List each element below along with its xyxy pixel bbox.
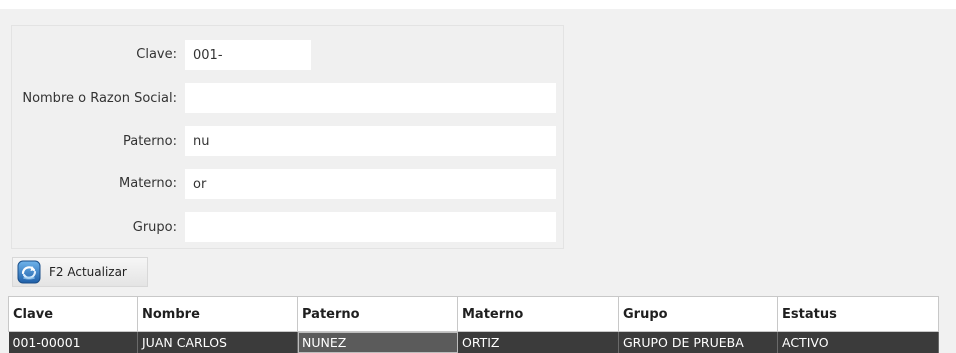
paterno-label: Paterno: (122, 134, 177, 149)
refresh-icon (17, 260, 41, 284)
grupo-input[interactable] (185, 212, 556, 242)
clave-label: Clave: (136, 47, 177, 62)
top-strip (0, 0, 956, 9)
clave-input[interactable] (185, 40, 311, 70)
refresh-button[interactable]: F2 Actualizar (12, 257, 148, 287)
table-header-row: Clave Nombre Paterno Materno Grupo Estat… (8, 296, 939, 332)
column-header-estatus[interactable]: Estatus (777, 296, 939, 332)
table-row[interactable]: 001-00001 JUAN CARLOS NUNEZ ORTIZ GRUPO … (8, 331, 939, 353)
cell-nombre[interactable]: JUAN CARLOS (137, 331, 298, 353)
client-search-window: Clave: Nombre o Razon Social: Paterno: M… (0, 0, 956, 353)
cell-paterno[interactable]: NUNEZ (297, 331, 458, 353)
column-header-paterno[interactable]: Paterno (297, 296, 458, 332)
results-table: Clave Nombre Paterno Materno Grupo Estat… (8, 296, 939, 353)
paterno-input[interactable] (185, 126, 556, 156)
cell-grupo[interactable]: GRUPO DE PRUEBA (618, 331, 778, 353)
nombre-label: Nombre o Razon Social: (22, 91, 177, 106)
nombre-input[interactable] (185, 83, 556, 113)
materno-label: Materno: (119, 176, 177, 191)
column-header-nombre[interactable]: Nombre (137, 296, 298, 332)
cell-estatus[interactable]: ACTIVO (777, 331, 939, 353)
grupo-label: Grupo: (132, 220, 177, 235)
refresh-button-label: F2 Actualizar (49, 265, 127, 279)
column-header-grupo[interactable]: Grupo (618, 296, 778, 332)
column-header-materno[interactable]: Materno (457, 296, 619, 332)
cell-materno[interactable]: ORTIZ (457, 331, 619, 353)
materno-input[interactable] (185, 169, 556, 199)
cell-clave[interactable]: 001-00001 (8, 331, 138, 353)
column-header-clave[interactable]: Clave (8, 296, 138, 332)
